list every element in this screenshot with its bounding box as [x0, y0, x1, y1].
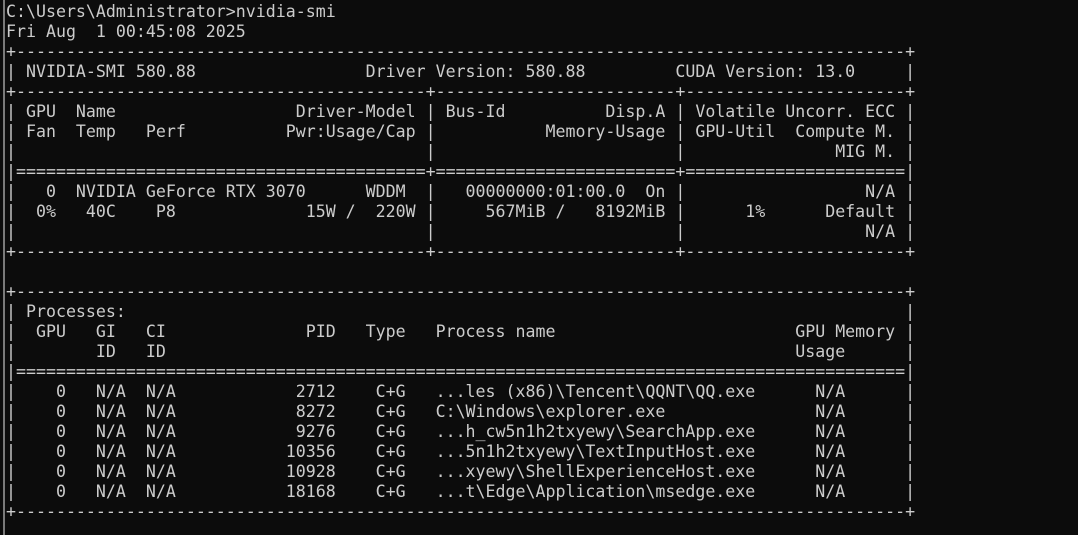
header-separator: |=======================================… — [6, 162, 916, 181]
processes-header-row-2: | ID ID Usage | — [6, 342, 916, 361]
gpu-row-2: | 0% 40C P8 15W / 220W | 567MiB / 8192Mi… — [6, 202, 916, 221]
process-row: | 0 N/A N/A 10928 C+G ...xyewy\ShellExpe… — [6, 462, 916, 481]
processes-border-top: +---------------------------------------… — [6, 282, 916, 301]
process-row: | 0 N/A N/A 9276 C+G ...h_cw5n1h2txyewy\… — [6, 422, 916, 441]
gpu-header-row-3: | | | MIG M. | — [6, 142, 916, 161]
command-line: C:\Users\Administrator>nvidia-smi — [6, 2, 336, 21]
table-border-top: +---------------------------------------… — [6, 42, 916, 61]
terminal-output: C:\Users\Administrator>nvidia-smi Fri Aug… — [6, 2, 915, 522]
gpu-row-1: | 0 NVIDIA GeForce RTX 3070 WDDM | 00000… — [6, 182, 916, 201]
gpu-row-3: | | | N/A | — [6, 222, 916, 241]
terminal-window[interactable]: C:\Users\Administrator>nvidia-smi Fri Aug… — [0, 0, 1078, 535]
process-row: | 0 N/A N/A 8272 C+G C:\Windows\explorer… — [6, 402, 916, 421]
table-border-bottom: +---------------------------------------… — [6, 242, 916, 261]
process-row: | 0 N/A N/A 10356 C+G ...5n1h2txyewy\Tex… — [6, 442, 916, 461]
table-border: +---------------------------------------… — [6, 82, 916, 101]
processes-separator: |=======================================… — [6, 362, 916, 381]
version-row: | NVIDIA-SMI 580.88 Driver Version: 580.… — [6, 62, 916, 81]
processes-border-bottom: +---------------------------------------… — [6, 502, 916, 521]
processes-title: | Processes: | — [6, 302, 916, 321]
process-row: | 0 N/A N/A 2712 C+G ...les (x86)\Tencen… — [6, 382, 916, 401]
window-left-border — [3, 0, 5, 535]
timestamp-line: Fri Aug 1 00:45:08 2025 — [6, 22, 246, 41]
gpu-header-row-2: | Fan Temp Perf Pwr:Usage/Cap | Memory-U… — [6, 122, 916, 141]
processes-header-row-1: | GPU GI CI PID Type Process name GPU Me… — [6, 322, 916, 341]
gpu-header-row-1: | GPU Name Driver-Model | Bus-Id Disp.A … — [6, 102, 916, 121]
process-row: | 0 N/A N/A 18168 C+G ...t\Edge\Applicat… — [6, 482, 916, 501]
